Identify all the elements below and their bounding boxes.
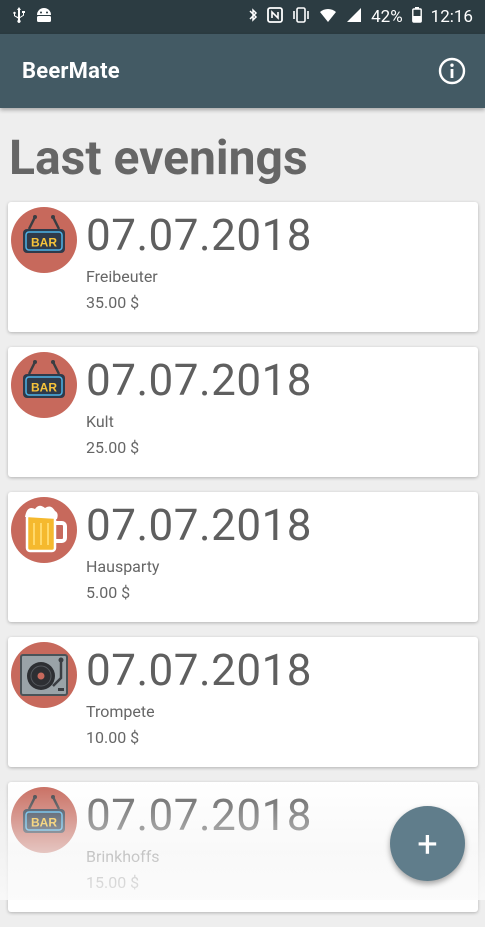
evening-card[interactable]: BAR 07.07.2018 Freibeuter 35.00 $ xyxy=(8,202,478,332)
evening-date: 07.07.2018 xyxy=(86,209,313,261)
info-button[interactable] xyxy=(438,57,466,85)
evening-card[interactable]: 07.07.2018 Trompete 10.00 $ xyxy=(8,637,478,767)
evening-place: Kult xyxy=(86,412,114,431)
add-evening-button[interactable]: + xyxy=(390,806,465,881)
beer-mug-icon xyxy=(11,497,77,563)
evening-amount: 15.00 $ xyxy=(86,873,140,892)
svg-text:BAR: BAR xyxy=(31,381,57,395)
evening-date: 07.07.2018 xyxy=(86,499,313,551)
clock: 12:16 xyxy=(430,7,473,27)
wifi-icon xyxy=(319,7,337,28)
page-title: Last evenings xyxy=(9,129,308,186)
evening-card[interactable]: 07.07.2018 Hausparty 5.00 $ xyxy=(8,492,478,622)
svg-text:BAR: BAR xyxy=(31,236,57,250)
bar-sign-icon: BAR xyxy=(11,207,77,273)
android-icon xyxy=(35,7,53,28)
evening-amount: 5.00 $ xyxy=(86,583,131,602)
plus-icon: + xyxy=(417,822,438,865)
battery-icon xyxy=(411,6,422,28)
info-icon xyxy=(438,57,466,85)
evening-card[interactable]: BAR 07.07.2018 Kult 25.00 $ xyxy=(8,347,478,477)
app-bar: BeerMate xyxy=(0,34,485,108)
evening-date: 07.07.2018 xyxy=(86,644,313,696)
nfc-icon xyxy=(267,6,283,28)
bar-sign-icon: BAR xyxy=(11,352,77,418)
evening-amount: 10.00 $ xyxy=(86,728,140,747)
evening-date: 07.07.2018 xyxy=(86,789,313,841)
evening-place: Brinkhoffs xyxy=(86,847,160,866)
battery-percent: 42% xyxy=(371,7,403,27)
usb-icon xyxy=(12,6,26,28)
signal-icon xyxy=(346,7,362,28)
evening-place: Trompete xyxy=(86,702,155,721)
evening-place: Hausparty xyxy=(86,557,160,576)
bluetooth-icon xyxy=(248,7,258,28)
app-title: BeerMate xyxy=(22,58,120,84)
status-bar: 42% 12:16 xyxy=(0,0,485,34)
evening-amount: 35.00 $ xyxy=(86,293,140,312)
turntable-icon xyxy=(11,642,77,708)
evening-place: Freibeuter xyxy=(86,267,158,286)
evening-amount: 25.00 $ xyxy=(86,438,140,457)
evening-date: 07.07.2018 xyxy=(86,354,313,406)
vibrate-icon xyxy=(292,6,310,28)
svg-text:BAR: BAR xyxy=(31,816,57,830)
bar-sign-icon: BAR xyxy=(11,787,77,853)
